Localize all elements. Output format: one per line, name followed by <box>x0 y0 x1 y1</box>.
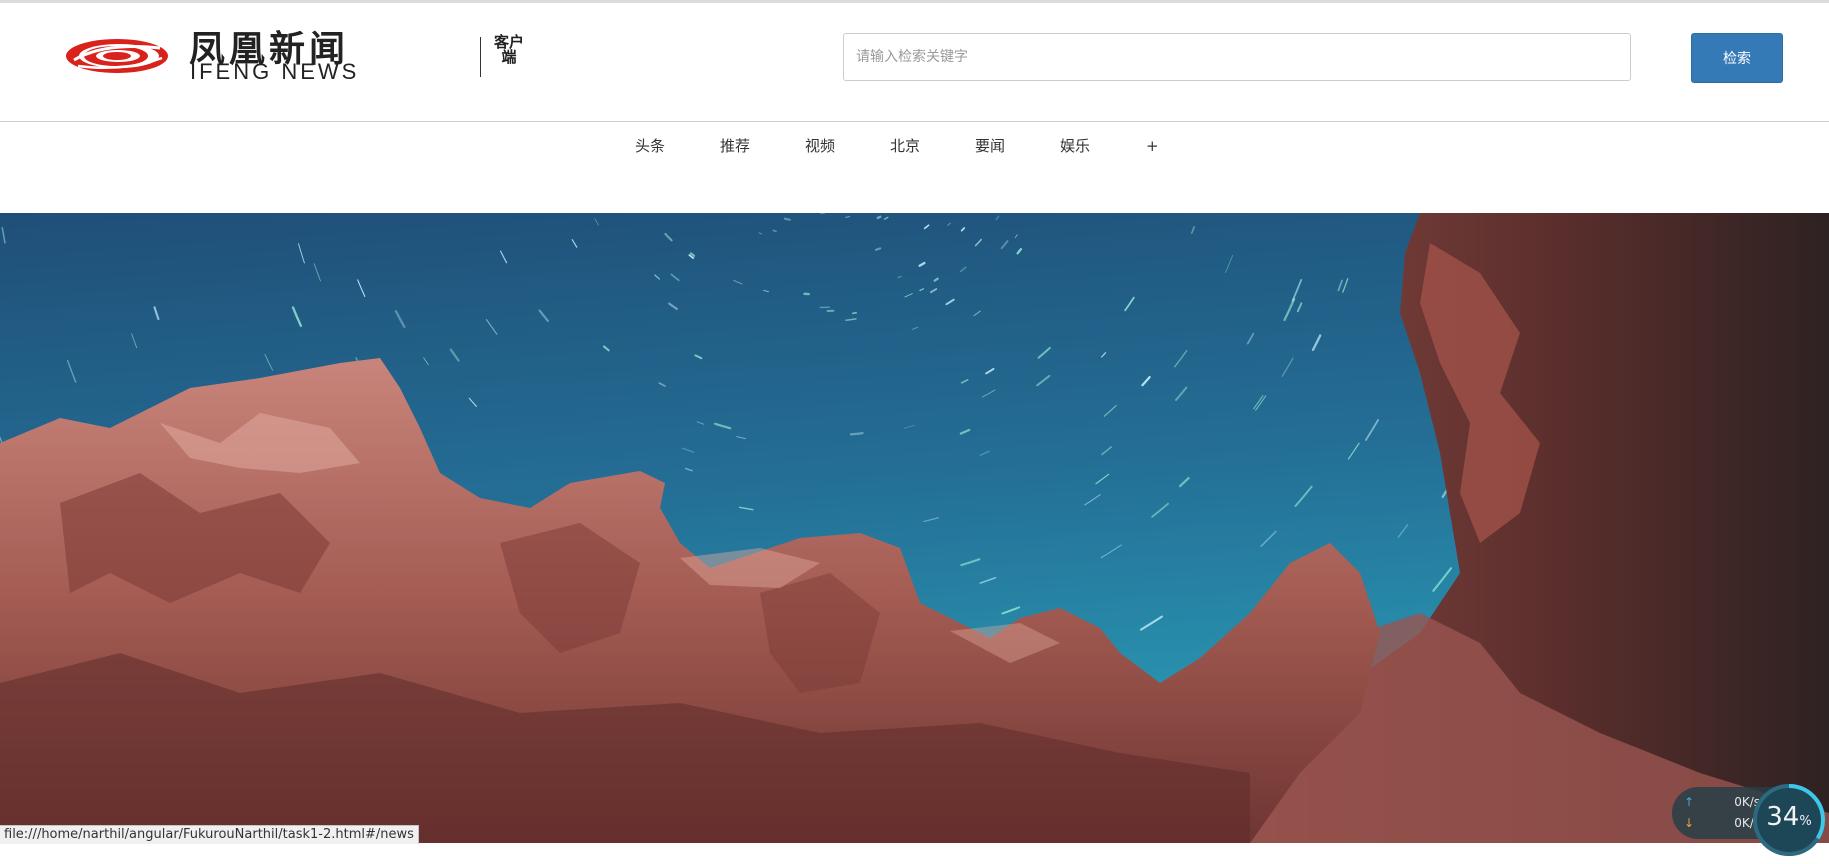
network-monitor-widget[interactable]: ↑ 0K/s ↓ 0K/s 34% <box>1672 780 1829 843</box>
phoenix-logo-icon <box>64 36 170 76</box>
channel-nav: 头条 推荐 视频 北京 要闻 娱乐 + <box>0 122 1829 212</box>
star-trail <box>785 219 790 220</box>
usage-gauge: 34% <box>1749 780 1829 860</box>
star-trails-landscape <box>0 213 1829 843</box>
nav-item-top-news[interactable]: 要闻 <box>975 136 1005 156</box>
brand-name-en: IFENG NEWS <box>190 60 359 84</box>
search-input[interactable] <box>843 33 1631 81</box>
nav-item-video[interactable]: 视频 <box>805 136 835 156</box>
search-button[interactable]: 检索 <box>1691 33 1783 83</box>
star-trail <box>851 433 863 434</box>
nav-item-add[interactable]: + <box>1146 136 1159 156</box>
star-trail <box>853 313 856 314</box>
nav-item-headlines[interactable]: 头条 <box>635 136 665 156</box>
download-arrow-icon: ↓ <box>1684 816 1694 830</box>
logo-divider <box>480 37 481 77</box>
usage-percent: 34% <box>1749 802 1829 832</box>
star-trail <box>878 217 880 218</box>
upload-arrow-icon: ↑ <box>1684 795 1694 809</box>
client-label: 客户端 <box>492 35 526 65</box>
status-bar-url: file:///home/narthil/angular/FukurouNart… <box>0 825 419 844</box>
site-header: 凤凰新闻 IFENG NEWS 客户端 检索 <box>0 3 1829 122</box>
ifeng-news-logo[interactable]: 凤凰新闻 IFENG NEWS 客户端 <box>64 33 534 83</box>
nav-item-recommended[interactable]: 推荐 <box>720 136 750 156</box>
hero-banner-image <box>0 213 1829 843</box>
nav-item-entertainment[interactable]: 娱乐 <box>1060 136 1090 156</box>
nav-item-beijing[interactable]: 北京 <box>890 136 920 156</box>
star-trail <box>773 230 776 231</box>
